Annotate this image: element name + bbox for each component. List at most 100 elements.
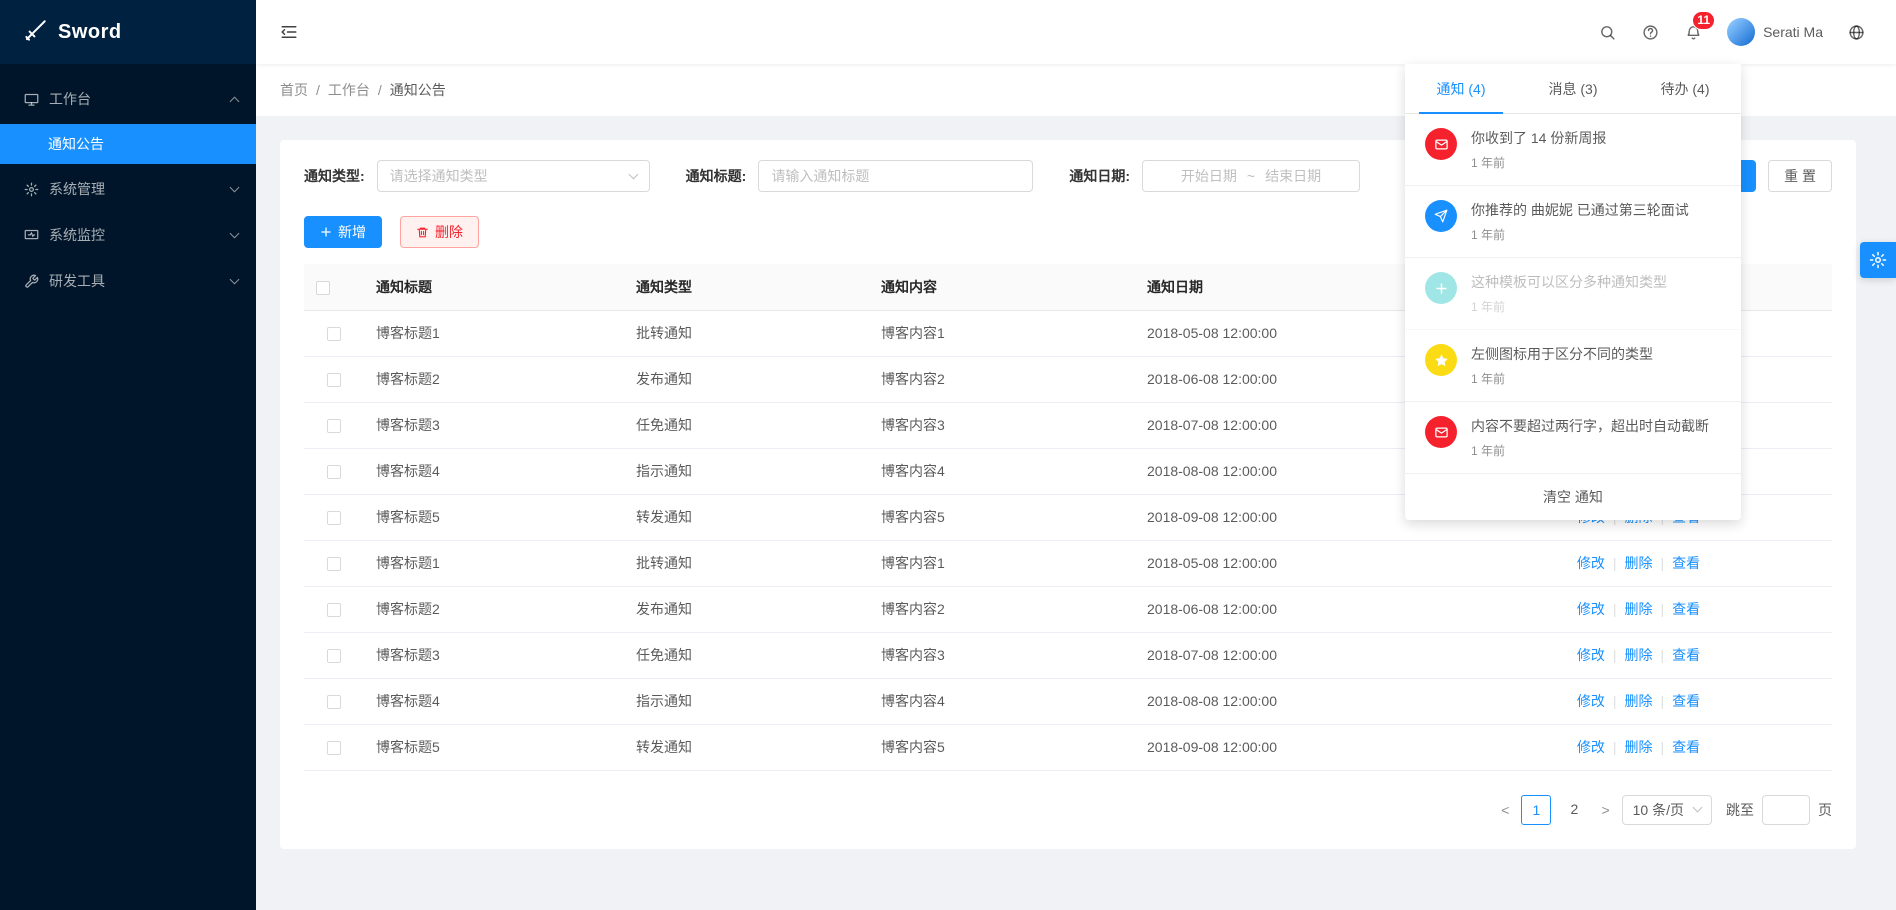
page-size-select[interactable]: 10 条/页 [1622,795,1712,825]
notice-type-select[interactable]: 请选择通知类型 [377,160,650,192]
row-action-delete[interactable]: 删除 [1625,693,1653,709]
sword-logo-icon [22,18,48,47]
row-action-edit[interactable]: 修改 [1577,739,1605,755]
row-action-edit[interactable]: 修改 [1577,601,1605,617]
notice-title-input[interactable] [758,160,1033,192]
mail-icon [1425,128,1457,160]
cell-type: 批转通知 [624,540,869,586]
row-action-view[interactable]: 查看 [1672,601,1700,617]
logo[interactable]: Sword [0,0,256,64]
cell-date: 2018-07-08 12:00:00 [1135,402,1445,448]
notification-item[interactable]: 内容不要超过两行字，超出时自动截断 1 年前 [1405,402,1741,474]
theme-settings-button[interactable] [1860,242,1896,278]
notification-item[interactable]: 左侧图标用于区分不同的类型 1 年前 [1405,330,1741,402]
pagination-prev[interactable]: < [1497,802,1513,818]
help-icon[interactable] [1629,0,1672,64]
row-checkbox[interactable] [327,557,341,571]
notification-item[interactable]: 你推荐的 曲妮妮 已通过第三轮面试 1 年前 [1405,186,1741,258]
pagination-page-1[interactable]: 1 [1521,795,1551,825]
column-title: 通知标题 [364,264,624,310]
reset-button[interactable]: 重 置 [1768,160,1832,192]
column-content: 通知内容 [869,264,1135,310]
notification-item[interactable]: 你收到了 14 份新周报 1 年前 [1405,114,1741,186]
sidebar-item-system-manage[interactable]: 系统管理 [0,168,256,210]
bell-icon[interactable]: 11 [1672,0,1715,64]
table-row: 博客标题4 指示通知 博客内容4 2018-08-08 12:00:00 修改|… [304,678,1832,724]
pagination: < 1 2 > 10 条/页 跳至 页 [304,795,1832,825]
row-action-view[interactable]: 查看 [1672,739,1700,755]
chevron-up-icon [230,96,240,106]
notification-title: 内容不要超过两行字，超出时自动截断 [1471,416,1709,436]
row-action-view[interactable]: 查看 [1672,693,1700,709]
date-start-placeholder: 开始日期 [1181,166,1237,186]
monitor-icon [24,228,39,243]
row-action-view[interactable]: 查看 [1672,647,1700,663]
tool-icon [24,274,39,289]
date-range-picker[interactable]: 开始日期 ~ 结束日期 [1142,160,1360,192]
row-checkbox[interactable] [327,741,341,755]
sidebar-item-workbench[interactable]: 工作台 [0,78,256,120]
account-menu[interactable]: Serati Ma [1715,0,1835,64]
cell-content: 博客内容2 [869,356,1135,402]
row-action-delete[interactable]: 删除 [1625,647,1653,663]
row-checkbox[interactable] [327,419,341,433]
row-action-delete[interactable]: 删除 [1625,739,1653,755]
row-action-delete[interactable]: 删除 [1625,601,1653,617]
notification-time: 1 年前 [1471,226,1689,243]
cell-content: 博客内容2 [869,586,1135,632]
cell-content: 博客内容3 [869,402,1135,448]
clear-notices-button[interactable]: 清空 通知 [1405,474,1741,520]
trash-icon [416,226,429,239]
type-filter-label: 通知类型: [304,166,365,186]
sidebar-item-notice[interactable]: 通知公告 [0,124,256,164]
tab-messages[interactable]: 消息 (3) [1517,64,1629,113]
row-checkbox[interactable] [327,649,341,663]
tab-todos[interactable]: 待办 (4) [1629,64,1741,113]
search-icon[interactable] [1586,0,1629,64]
plus-icon [320,226,332,238]
notification-item[interactable]: 这种模板可以区分多种通知类型 1 年前 [1405,258,1741,330]
row-checkbox[interactable] [327,603,341,617]
date-end-placeholder: 结束日期 [1265,166,1321,186]
notification-title: 左侧图标用于区分不同的类型 [1471,344,1653,364]
cell-type: 发布通知 [624,356,869,402]
notification-title: 你推荐的 曲妮妮 已通过第三轮面试 [1471,200,1689,220]
sidebar-item-dev-tools[interactable]: 研发工具 [0,260,256,302]
add-button[interactable]: 新增 [304,216,382,248]
tab-notices[interactable]: 通知 (4) [1405,64,1517,113]
avatar [1727,18,1755,46]
desktop-icon [24,92,39,107]
chevron-down-icon [230,229,240,239]
delete-button[interactable]: 删除 [400,216,479,248]
row-checkbox[interactable] [327,327,341,341]
sidebar-item-system-monitor[interactable]: 系统监控 [0,214,256,256]
breadcrumb-workbench[interactable]: 工作台 [328,80,370,100]
table-row: 博客标题3 任免通知 博客内容3 2018-07-08 12:00:00 修改|… [304,632,1832,678]
cell-type: 发布通知 [624,586,869,632]
cell-type: 指示通知 [624,678,869,724]
row-action-view[interactable]: 查看 [1672,555,1700,571]
row-action-edit[interactable]: 修改 [1577,693,1605,709]
row-checkbox[interactable] [327,465,341,479]
send-icon [1425,200,1457,232]
cell-type: 指示通知 [624,448,869,494]
cell-title: 博客标题4 [364,448,624,494]
row-action-edit[interactable]: 修改 [1577,555,1605,571]
cell-date: 2018-08-08 12:00:00 [1135,678,1445,724]
jump-page-input[interactable] [1762,795,1810,825]
row-checkbox[interactable] [327,373,341,387]
breadcrumb-home[interactable]: 首页 [280,80,308,100]
row-action-edit[interactable]: 修改 [1577,647,1605,663]
row-checkbox[interactable] [327,695,341,709]
row-checkbox[interactable] [327,511,341,525]
cell-date: 2018-05-08 12:00:00 [1135,310,1445,356]
table-row: 博客标题5 转发通知 博客内容5 2018-09-08 12:00:00 修改|… [304,724,1832,770]
menu-fold-icon[interactable] [256,0,322,64]
pagination-page-2[interactable]: 2 [1559,795,1589,825]
table-row: 博客标题1 批转通知 博客内容1 2018-05-08 12:00:00 修改|… [304,540,1832,586]
pagination-next[interactable]: > [1597,802,1613,818]
table-row: 博客标题2 发布通知 博客内容2 2018-06-08 12:00:00 修改|… [304,586,1832,632]
row-action-delete[interactable]: 删除 [1625,555,1653,571]
globe-icon[interactable] [1835,0,1878,64]
select-all-checkbox[interactable] [316,281,330,295]
